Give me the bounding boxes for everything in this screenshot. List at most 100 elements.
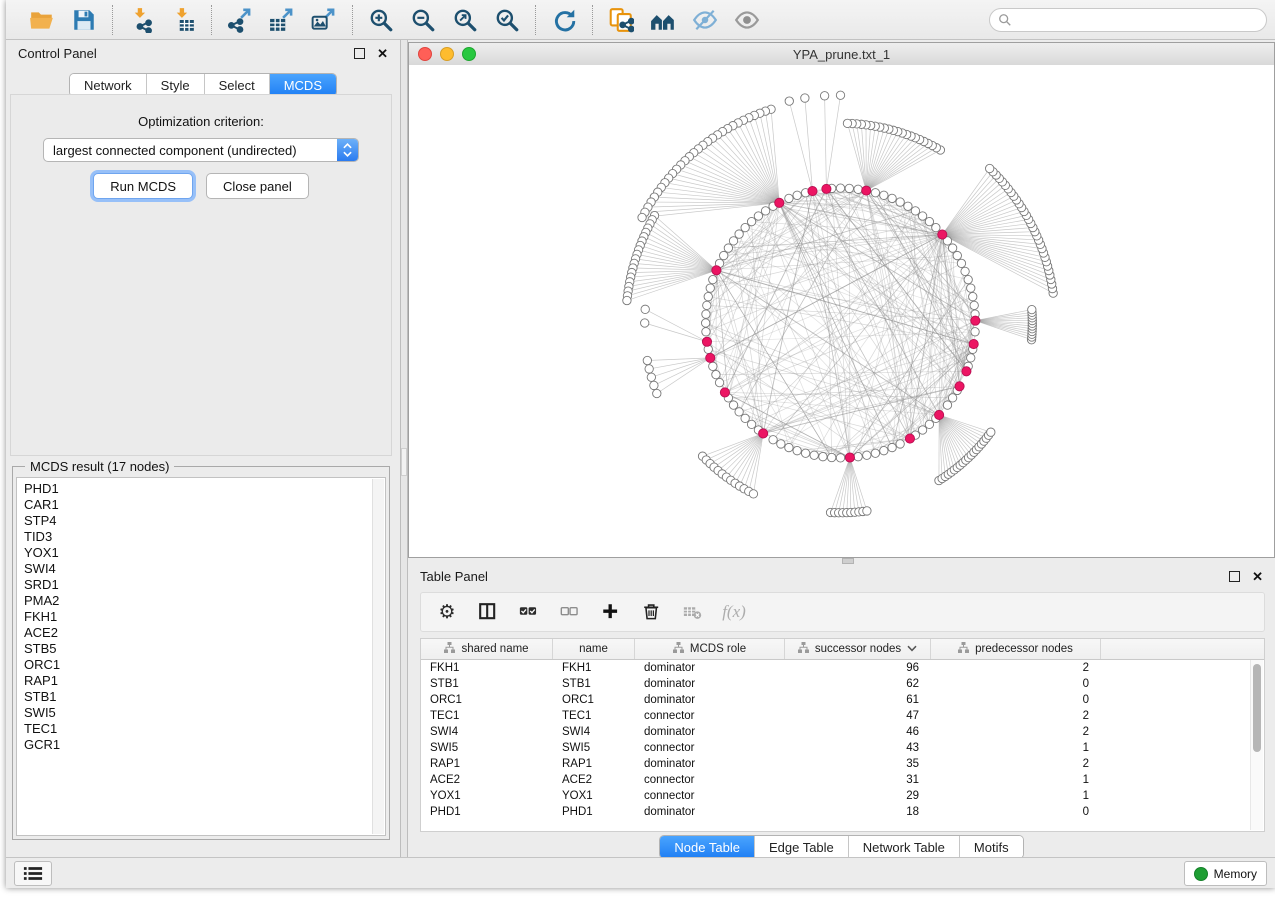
table-row[interactable]: YOX1YOX1connector291 (421, 788, 1264, 804)
tree-icon (444, 642, 455, 656)
deselect-all-icon[interactable] (558, 600, 582, 624)
tab-edge-table[interactable]: Edge Table (754, 836, 848, 858)
table-row[interactable]: SWI4SWI4dominator462 (421, 724, 1264, 740)
column-header-shared-name[interactable]: shared name (421, 639, 553, 659)
task-history-button[interactable] (14, 861, 52, 886)
gear-icon[interactable]: ⚙ (435, 600, 459, 624)
float-panel-icon[interactable] (1229, 571, 1240, 582)
mcds-result-item[interactable]: PMA2 (24, 593, 385, 609)
search-box[interactable] (989, 8, 1267, 32)
tab-style[interactable]: Style (146, 74, 204, 96)
tab-network[interactable]: Network (70, 74, 146, 96)
zoom-fit-icon[interactable] (451, 6, 479, 34)
mcds-result-item[interactable]: SRD1 (24, 577, 385, 593)
tab-select[interactable]: Select (204, 74, 269, 96)
mcds-result-item[interactable]: PHD1 (24, 481, 385, 497)
table-cell: 2 (931, 708, 1101, 724)
cytoscape-window: Control Panel ✕ NetworkStyleSelectMCDS O… (6, 0, 1275, 888)
mcds-result-list[interactable]: PHD1CAR1STP4TID3YOX1SWI4SRD1PMA2FKH1ACE2… (16, 477, 386, 836)
table-row[interactable]: TEC1TEC1connector472 (421, 708, 1264, 724)
first-neighbors-icon[interactable] (649, 6, 677, 34)
search-input[interactable] (1018, 12, 1258, 28)
mcds-result-item[interactable]: SWI4 (24, 561, 385, 577)
column-header-name[interactable]: name (553, 639, 635, 659)
zoom-selected-icon[interactable] (493, 6, 521, 34)
mcds-result-item[interactable]: YOX1 (24, 545, 385, 561)
mcds-list-scrollbar[interactable] (372, 479, 384, 834)
table-cell: 62 (785, 676, 931, 692)
table-cell: TEC1 (553, 708, 635, 724)
export-image-icon[interactable] (310, 6, 338, 34)
mcds-result-item[interactable]: ACE2 (24, 625, 385, 641)
mcds-result-item[interactable]: TID3 (24, 529, 385, 545)
vertical-splitter[interactable] (400, 40, 408, 858)
network-window-titlebar[interactable]: YPA_prune.txt_1 (409, 43, 1274, 66)
save-session-icon[interactable] (70, 6, 98, 34)
show-all-icon[interactable] (733, 6, 761, 34)
table-row[interactable]: ORC1ORC1dominator610 (421, 692, 1264, 708)
close-panel-icon[interactable]: ✕ (377, 47, 388, 60)
node-table[interactable]: shared namenameMCDS rolesuccessor nodesp… (420, 638, 1265, 832)
table-cell: 0 (931, 676, 1101, 692)
status-bar: Memory (6, 857, 1275, 888)
tab-mcds[interactable]: MCDS (269, 74, 336, 96)
table-cell: 47 (785, 708, 931, 724)
new-network-from-selection-icon[interactable] (607, 6, 635, 34)
open-file-icon[interactable] (28, 6, 56, 34)
column-header-predecessor-nodes[interactable]: predecessor nodes (931, 639, 1101, 659)
column-header-successor-nodes[interactable]: successor nodes (785, 639, 931, 659)
import-table-icon[interactable] (169, 6, 197, 34)
import-network-icon[interactable] (127, 6, 155, 34)
columns-icon[interactable] (476, 600, 500, 624)
table-cell: 1 (931, 772, 1101, 788)
mcds-result-item[interactable]: STP4 (24, 513, 385, 529)
dropdown-value: largest connected component (undirected) (44, 143, 337, 158)
float-panel-icon[interactable] (354, 48, 365, 59)
export-network-icon[interactable] (226, 6, 254, 34)
table-cell: SWI5 (553, 740, 635, 756)
table-scrollbar[interactable] (1250, 660, 1263, 830)
mcds-result-item[interactable]: SWI5 (24, 705, 385, 721)
table-row[interactable]: RAP1RAP1dominator352 (421, 756, 1264, 772)
close-panel-icon[interactable]: ✕ (1252, 570, 1263, 583)
run-mcds-button[interactable]: Run MCDS (93, 173, 193, 199)
mcds-result-item[interactable]: CAR1 (24, 497, 385, 513)
table-cell: ORC1 (553, 692, 635, 708)
table-row[interactable]: STB1STB1dominator620 (421, 676, 1264, 692)
network-window-title: YPA_prune.txt_1 (409, 47, 1274, 62)
tab-motifs[interactable]: Motifs (959, 836, 1023, 858)
splitter-handle[interactable] (401, 448, 407, 476)
memory-status-icon (1194, 867, 1208, 881)
tab-network-table[interactable]: Network Table (848, 836, 959, 858)
network-canvas[interactable] (409, 65, 1274, 557)
close-panel-button[interactable]: Close panel (206, 173, 309, 199)
export-table-icon[interactable] (268, 6, 296, 34)
mcds-result-item[interactable]: ORC1 (24, 657, 385, 673)
tab-node-table[interactable]: Node Table (660, 836, 754, 858)
memory-button[interactable]: Memory (1184, 861, 1267, 886)
mcds-result-item[interactable]: FKH1 (24, 609, 385, 625)
mcds-result-groupbox: MCDS result (17 nodes) PHD1CAR1STP4TID3Y… (12, 466, 390, 840)
mcds-result-item[interactable]: STB1 (24, 689, 385, 705)
mcds-result-item[interactable]: TEC1 (24, 721, 385, 737)
table-cell: SWI5 (421, 740, 553, 756)
optimization-criterion-select[interactable]: largest connected component (undirected) (43, 138, 359, 162)
table-row[interactable]: FKH1FKH1dominator962 (421, 660, 1264, 676)
hide-selected-icon[interactable] (691, 6, 719, 34)
refresh-icon[interactable] (550, 6, 578, 34)
mcds-result-item[interactable]: GCR1 (24, 737, 385, 753)
mcds-result-item[interactable]: STB5 (24, 641, 385, 657)
mcds-result-item[interactable]: RAP1 (24, 673, 385, 689)
select-all-icon[interactable] (517, 600, 541, 624)
zoom-in-icon[interactable] (367, 6, 395, 34)
table-cell: ORC1 (421, 692, 553, 708)
table-row[interactable]: PHD1PHD1dominator180 (421, 804, 1264, 820)
delete-icon[interactable] (640, 600, 664, 624)
table-row[interactable]: SWI5SWI5connector431 (421, 740, 1264, 756)
column-header-MCDS-role[interactable]: MCDS role (635, 639, 785, 659)
zoom-out-icon[interactable] (409, 6, 437, 34)
scrollbar-thumb[interactable] (1253, 664, 1261, 752)
table-cell: dominator (635, 804, 785, 820)
add-icon[interactable] (599, 600, 623, 624)
table-row[interactable]: ACE2ACE2connector311 (421, 772, 1264, 788)
